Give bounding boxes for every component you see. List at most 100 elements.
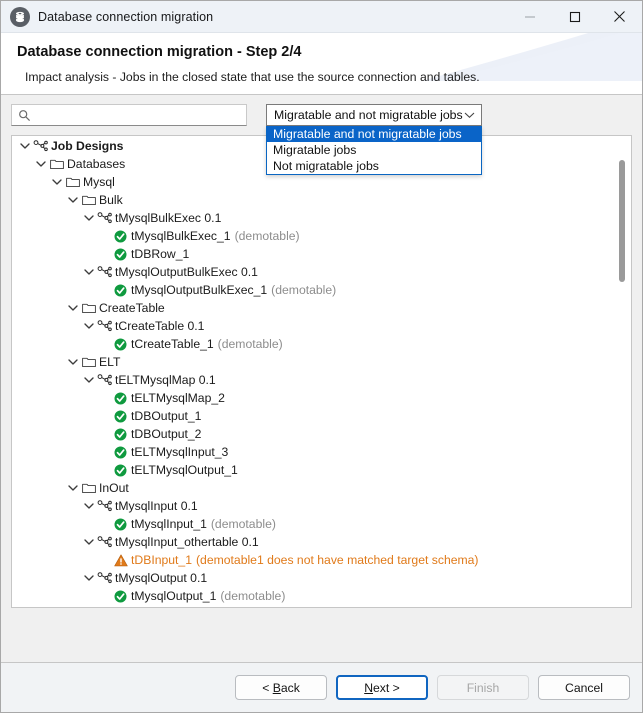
folder-icon (80, 299, 97, 317)
tree-row[interactable]: tCreateTable_1 (demotable) (12, 335, 631, 353)
tree-row[interactable]: tDBRow_1 (12, 245, 631, 263)
tree-row[interactable]: tELTMysqlInput_3 (12, 443, 631, 461)
job-icon (96, 209, 113, 227)
cancel-button[interactable]: Cancel (538, 675, 630, 700)
close-icon[interactable] (597, 1, 642, 32)
tree-row-label: Mysql (83, 175, 115, 189)
impact-tree: Job Designs Databases Mysql Bulk tMysqlBulkE… (12, 136, 631, 605)
chevron-down-icon[interactable] (66, 353, 80, 371)
tree-row[interactable]: CreateTable (12, 299, 631, 317)
tree-row[interactable]: Mysql (12, 173, 631, 191)
minimize-icon[interactable] (507, 1, 552, 32)
tree-row[interactable]: tELTMysqlMap_2 (12, 389, 631, 407)
tree-row-label: InOut (99, 481, 129, 495)
status-ok-icon (112, 389, 129, 407)
tree-row-label: tDBOutput_2 (131, 427, 202, 441)
status-ok-icon (112, 335, 129, 353)
tree-row-label: tMysqlInput_1 (131, 517, 207, 531)
job-filter-combo: Migratable and not migratable jobs Migra… (266, 104, 482, 175)
status-ok-icon (112, 461, 129, 479)
tree-row[interactable]: tDBOutput_2 (12, 425, 631, 443)
tree-row[interactable]: tMysqlInput 0.1 (12, 497, 631, 515)
database-icon (10, 6, 30, 27)
chevron-down-icon[interactable] (82, 263, 96, 281)
tree-row-note: (demotable) (234, 229, 300, 243)
job-designs-icon (32, 137, 49, 155)
chevron-down-icon[interactable] (82, 371, 96, 389)
wizard-banner: Database connection migration - Step 2/4… (1, 33, 642, 95)
tree-row-label: ELT (99, 355, 121, 369)
tree-row-label: tMysqlOutput_1 (131, 589, 217, 603)
tree-row[interactable]: tMysqlBulkExec 0.1 (12, 209, 631, 227)
tree-row[interactable]: tELTMysqlMap 0.1 (12, 371, 631, 389)
chevron-down-icon[interactable] (82, 497, 96, 515)
job-icon (96, 371, 113, 389)
chevron-down-icon[interactable] (18, 137, 32, 155)
job-filter-option-2[interactable]: Not migratable jobs (267, 158, 481, 174)
tree-vertical-scrollbar[interactable] (615, 137, 630, 606)
tree-row-note: (demotable) (217, 337, 283, 351)
chevron-down-icon[interactable] (82, 533, 96, 551)
window-title: Database connection migration (38, 9, 214, 24)
tree-row[interactable]: tMysqlInput_othertable 0.1 (12, 533, 631, 551)
tree-row-label: tMysqlInput_othertable 0.1 (115, 535, 259, 549)
next-button[interactable]: Next > (336, 675, 428, 700)
job-filter-selected-value: Migratable and not migratable jobs (274, 108, 463, 122)
tree-row-label: tDBRow_1 (131, 247, 190, 261)
chevron-down-icon (464, 111, 475, 119)
status-ok-icon (112, 227, 129, 245)
tree-row[interactable]: tMysqlOutput 0.1 (12, 569, 631, 587)
folder-icon (80, 353, 97, 371)
chevron-down-icon[interactable] (82, 569, 96, 587)
job-filter-dropdown-list: Migratable and not migratable jobs Migra… (266, 126, 482, 175)
tree-row[interactable]: tDBInput_1 (demotable1 does not have matc… (12, 551, 631, 569)
tree-row[interactable]: tMysqlInput_1 (demotable) (12, 515, 631, 533)
chevron-down-icon[interactable] (82, 209, 96, 227)
title-bar: Database connection migration (1, 1, 642, 33)
tree-row[interactable]: tMysqlOutputBulkExec 0.1 (12, 263, 631, 281)
tree-row-note: (demotable) (220, 589, 286, 603)
dialog-body: Migratable and not migratable jobs Migra… (1, 95, 642, 662)
tree-row-label: tELTMysqlMap 0.1 (115, 373, 216, 387)
tree-row[interactable]: InOut (12, 479, 631, 497)
back-button[interactable]: < Back (235, 675, 327, 700)
tree-row[interactable]: tMysqlBulkExec_1 (demotable) (12, 227, 631, 245)
chevron-down-icon[interactable] (66, 191, 80, 209)
tree-row-note: (demotable) (210, 517, 276, 531)
tree-row[interactable]: Bulk (12, 191, 631, 209)
search-input[interactable] (35, 106, 225, 124)
chevron-down-icon[interactable] (34, 155, 48, 173)
tree-row[interactable]: tDBOutput_1 (12, 407, 631, 425)
tree-row[interactable]: tCreateTable 0.1 (12, 317, 631, 335)
search-icon (18, 109, 31, 122)
tree-scrollbar-thumb[interactable] (619, 160, 625, 283)
chevron-down-icon[interactable] (82, 317, 96, 335)
tree-row-label: tELTMysqlOutput_1 (131, 463, 238, 477)
tree-row-label: CreateTable (99, 301, 165, 315)
tree-row[interactable]: tMysqlOutputBulkExec_1 (demotable) (12, 281, 631, 299)
dialog-footer: < Back Next > Finish Cancel (1, 662, 642, 712)
tree-row-label: tMysqlBulkExec 0.1 (115, 211, 222, 225)
tree-row[interactable]: tMysqlOutput_1 (demotable) (12, 587, 631, 605)
tree-row[interactable]: tELTMysqlOutput_1 (12, 461, 631, 479)
job-filter-option-1[interactable]: Migratable jobs (267, 142, 481, 158)
tree-row-label: tCreateTable 0.1 (115, 319, 205, 333)
search-box[interactable] (11, 104, 247, 126)
job-filter-option-0[interactable]: Migratable and not migratable jobs (267, 126, 481, 142)
impact-tree-scroll[interactable]: Job Designs Databases Mysql Bulk tMysqlBulkE… (12, 136, 631, 607)
window-controls (507, 1, 642, 32)
status-warning-icon (112, 551, 129, 569)
chevron-down-icon[interactable] (66, 299, 80, 317)
maximize-icon[interactable] (552, 1, 597, 32)
status-ok-icon (112, 515, 129, 533)
status-ok-icon (112, 245, 129, 263)
job-filter-combo-button[interactable]: Migratable and not migratable jobs (266, 104, 482, 126)
job-icon (96, 263, 113, 281)
status-ok-icon (112, 407, 129, 425)
folder-icon (80, 479, 97, 497)
chevron-down-icon[interactable] (50, 173, 64, 191)
tree-row[interactable]: ELT (12, 353, 631, 371)
chevron-down-icon[interactable] (66, 479, 80, 497)
tree-row-label: tMysqlInput 0.1 (115, 499, 198, 513)
folder-icon (48, 155, 65, 173)
